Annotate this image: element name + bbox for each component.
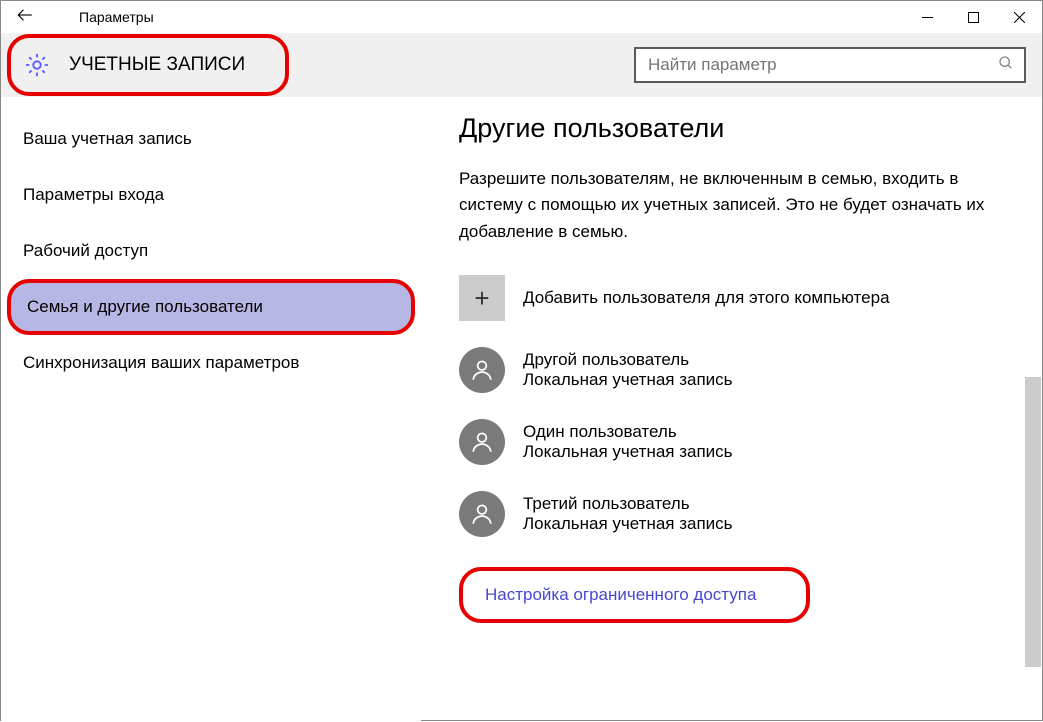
body: Ваша учетная запись Параметры входа Рабо… — [1, 97, 1042, 722]
add-user-label: Добавить пользователя для этого компьюте… — [523, 288, 890, 308]
gear-icon — [23, 51, 51, 79]
maximize-button[interactable] — [950, 1, 996, 33]
restricted-access-label: Настройка ограниченного доступа — [485, 585, 756, 604]
minimize-button[interactable] — [904, 1, 950, 33]
header: УЧЕТНЫЕ ЗАПИСИ — [1, 33, 1042, 97]
user-row[interactable]: Третий пользователь Локальная учетная за… — [459, 491, 1012, 537]
user-icon — [459, 491, 505, 537]
search-input[interactable] — [636, 55, 988, 75]
titlebar: Параметры — [1, 1, 1042, 33]
sidebar-item-work[interactable]: Рабочий доступ — [1, 223, 421, 279]
sidebar-item-label: Параметры входа — [23, 185, 164, 204]
search-box[interactable] — [634, 47, 1026, 83]
restricted-access-link[interactable]: Настройка ограниченного доступа — [459, 567, 810, 623]
user-row[interactable]: Один пользователь Локальная учетная запи… — [459, 419, 1012, 465]
user-sub: Локальная учетная запись — [523, 370, 733, 390]
sidebar-item-signin[interactable]: Параметры входа — [1, 167, 421, 223]
sidebar-item-label: Синхронизация ваших параметров — [23, 353, 299, 372]
category-title: УЧЕТНЫЕ ЗАПИСИ — [69, 54, 245, 76]
content: Другие пользователи Разрешите пользовате… — [421, 97, 1042, 722]
user-name: Третий пользователь — [523, 494, 733, 514]
sidebar-item-label: Ваша учетная запись — [23, 129, 192, 148]
sidebar: Ваша учетная запись Параметры входа Рабо… — [1, 97, 421, 722]
window-controls — [904, 1, 1042, 33]
user-name: Другой пользователь — [523, 350, 733, 370]
user-name: Один пользователь — [523, 422, 733, 442]
user-row[interactable]: Другой пользователь Локальная учетная за… — [459, 347, 1012, 393]
add-user-row[interactable]: + Добавить пользователя для этого компью… — [459, 275, 1012, 321]
category-badge: УЧЕТНЫЕ ЗАПИСИ — [7, 34, 289, 96]
user-icon — [459, 347, 505, 393]
page-heading: Другие пользователи — [459, 113, 1012, 144]
back-button[interactable] — [1, 6, 49, 29]
window-title: Параметры — [49, 9, 904, 25]
plus-icon: + — [459, 275, 505, 321]
close-button[interactable] — [996, 1, 1042, 33]
search-icon — [988, 55, 1024, 76]
sidebar-item-family[interactable]: Семья и другие пользователи — [7, 279, 415, 335]
page-description: Разрешите пользователям, не включенным в… — [459, 166, 999, 245]
sidebar-item-sync[interactable]: Синхронизация ваших параметров — [1, 335, 421, 391]
user-icon — [459, 419, 505, 465]
scrollbar-thumb[interactable] — [1025, 377, 1041, 667]
sidebar-item-account[interactable]: Ваша учетная запись — [1, 111, 421, 167]
user-sub: Локальная учетная запись — [523, 514, 733, 534]
user-sub: Локальная учетная запись — [523, 442, 733, 462]
sidebar-item-label: Семья и другие пользователи — [27, 297, 263, 316]
sidebar-item-label: Рабочий доступ — [23, 241, 148, 260]
